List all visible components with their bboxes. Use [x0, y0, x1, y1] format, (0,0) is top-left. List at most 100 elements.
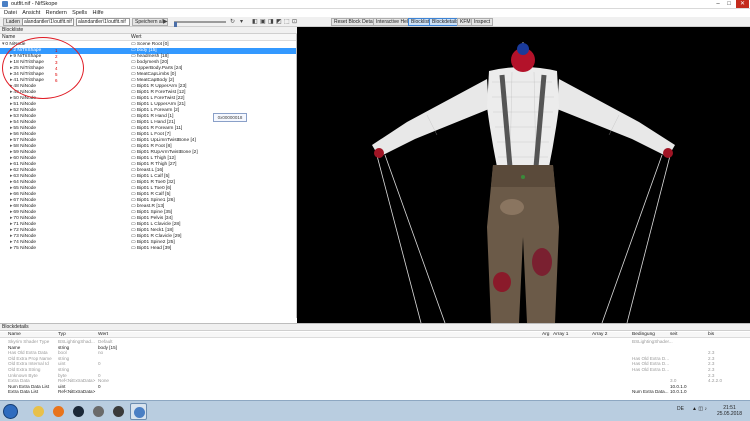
block-name-text: 72 NiNode — [13, 228, 37, 233]
block-value-text: Bip01 L Toe0 [6] — [136, 186, 172, 191]
app-icon-2 — [113, 406, 124, 417]
details-col-since[interactable]: seit — [670, 332, 677, 338]
taskbar-explorer[interactable] — [30, 403, 47, 420]
tray-icons[interactable]: ▲ ◫ ♪ — [692, 406, 707, 412]
menu-datei[interactable]: Datei — [4, 9, 17, 17]
pelvis-node — [521, 175, 525, 179]
detail-until: 4.2.2.0 — [708, 378, 723, 384]
details-col-value[interactable]: Wert — [98, 332, 108, 338]
play-icon[interactable]: ▶ — [163, 19, 168, 25]
block-value-text: MeatCapBody [2] — [136, 78, 174, 83]
blockdetails-panel-header: Blockdetails — [0, 324, 750, 331]
view-front-icon[interactable]: ▣ — [260, 19, 266, 25]
view-top-icon[interactable]: ◧ — [252, 19, 258, 25]
minimize-button[interactable]: – — [713, 0, 723, 8]
detail-name: Extra Data List — [8, 389, 39, 395]
detail-value: 0 — [98, 361, 101, 367]
load-button[interactable]: Laden — [3, 18, 23, 26]
block-name-text: 60 NiNode — [13, 156, 37, 161]
start-button[interactable] — [3, 404, 18, 419]
lock-view-icon[interactable]: ⊡ — [292, 19, 297, 25]
detail-value: None — [98, 378, 109, 384]
walk-icon[interactable]: ⬚ — [284, 19, 290, 25]
detail-type: Ref<NiExtraData> — [58, 389, 96, 395]
right-hand — [663, 148, 673, 158]
blocklist-row[interactable]: ▸75 NiNode ▭ Bip01 Head [39] — [0, 246, 296, 252]
menu-spells[interactable]: Spells — [72, 9, 87, 17]
details-row[interactable]: Extra Data Ref<NiExtraData> None 3.0 4.2.2.0 — [0, 378, 750, 383]
taskbar-steam[interactable] — [70, 403, 87, 420]
details-col-type[interactable]: Typ — [58, 332, 66, 338]
block-name-text: 70 NiNode — [13, 216, 37, 221]
taskbar-app-5[interactable] — [110, 403, 127, 420]
menu-ansicht[interactable]: Ansicht — [22, 9, 40, 17]
clock[interactable]: 21:51 25.05.2018 — [717, 405, 742, 417]
render-viewport[interactable] — [297, 27, 750, 323]
details-row[interactable]: Num Extra Data List uint 0 10.0.1.0 — [0, 384, 750, 389]
detail-since: 10.0.1.0 — [670, 389, 687, 395]
block-name-text: 75 NiNode — [13, 246, 37, 251]
app-icon — [93, 406, 104, 417]
inspect-toggle[interactable]: Inspect — [471, 18, 494, 26]
column-value[interactable]: Wert — [131, 34, 141, 41]
details-row[interactable]: Extra Data List Ref<NiExtraData> Num Extra… — [0, 389, 750, 394]
maximize-button[interactable]: □ — [724, 0, 734, 8]
taskbar-firefox[interactable] — [50, 403, 67, 420]
view-side-icon[interactable]: ◨ — [268, 19, 274, 25]
block-name-text: 51 NiNode — [13, 102, 37, 107]
taskbar-nifskope[interactable] — [130, 403, 147, 420]
detail-name: Old Extra String — [8, 367, 41, 372]
details-row[interactable]: Old Extra Internal Id uint 0 Has Old Extra … — [0, 361, 750, 366]
block-value-text: Bip01 R Hand [1] — [136, 114, 174, 119]
pants-blood-stain — [532, 248, 552, 276]
block-name-text: 56 NiNode — [13, 132, 37, 137]
loop-icon[interactable]: ↻ — [230, 19, 235, 25]
detail-until: 2.3 — [708, 355, 715, 361]
close-button[interactable]: ✕ — [736, 0, 749, 8]
block-name-text: 71 NiNode — [13, 222, 37, 227]
toolbar: Laden alandantler\1\outfit.nif alandantl… — [0, 17, 750, 29]
block-value-text: Bip01 R Thigh [27] — [136, 162, 177, 167]
details-col-name[interactable]: Name — [8, 332, 21, 338]
pants-patch — [500, 199, 524, 215]
details-col-until[interactable]: bis — [708, 332, 714, 338]
view-user-icon[interactable]: ◩ — [276, 19, 282, 25]
details-row[interactable]: Name string body [15] — [0, 345, 750, 350]
detail-condition: Num Extra Data... — [632, 389, 669, 395]
windows-taskbar: DE ▲ ◫ ♪ 21:51 25.05.2018 — [0, 400, 750, 421]
save-path-field[interactable]: alandantler\1\outfit.nif — [76, 18, 130, 26]
block-name-text: 68 NiNode — [13, 204, 37, 209]
blockdetails-panel: Blockdetails Name Typ Wert Arg Array 1 A… — [0, 323, 750, 400]
detail-until: 2.3 — [708, 350, 715, 356]
load-path-field[interactable]: alandantler\1\outfit.nif — [22, 18, 74, 26]
taskbar-app-4[interactable] — [90, 403, 107, 420]
details-col-array1[interactable]: Array 1 — [553, 332, 568, 338]
block-value-text: headmesh [18] — [136, 54, 169, 59]
locale-indicator[interactable]: DE — [677, 406, 684, 412]
block-value-text: UpperBody.Parts [24] — [136, 66, 183, 71]
details-row[interactable]: Unknown Byte byte 0 2.3 — [0, 373, 750, 378]
details-col-arg[interactable]: Arg — [542, 332, 549, 338]
block-name-text: 52 NiNode — [13, 108, 37, 113]
detail-type: bool — [58, 350, 67, 356]
details-row[interactable]: Old Extra String string Has Old Extra D...… — [0, 367, 750, 372]
block-name-text: 67 NiNode — [13, 198, 37, 203]
details-row[interactable]: Skyrim Shader Type BSLightingShad... Defau… — [0, 339, 750, 344]
details-row[interactable]: Has Old Extra Data bool no 2.3 — [0, 350, 750, 355]
detail-name: Num Extra Data List — [8, 383, 50, 389]
block-value-text: Bip01 R Forearm [11] — [136, 126, 183, 131]
left-hand — [374, 148, 384, 158]
block-name: ▸75 NiNode — [10, 246, 36, 252]
details-row[interactable]: Old Extra Prop Name string Has Old Extra D… — [0, 356, 750, 361]
details-col-condition[interactable]: Bedingung — [632, 332, 655, 338]
block-name-text: 66 NiNode — [13, 192, 37, 197]
animation-select-icon[interactable]: ▾ — [240, 19, 243, 25]
menu-rendern[interactable]: Rendern — [46, 9, 67, 17]
animation-slider[interactable] — [174, 21, 226, 29]
block-name-text: 73 NiNode — [13, 234, 37, 239]
menu-hilfe[interactable]: Hilfe — [93, 9, 104, 17]
block-name-text: 57 NiNode — [13, 138, 37, 143]
column-name[interactable]: Name — [2, 34, 15, 41]
details-col-array2[interactable]: Array 2 — [592, 332, 607, 338]
block-value-text: Bip01 L Calf [5] — [136, 174, 170, 179]
